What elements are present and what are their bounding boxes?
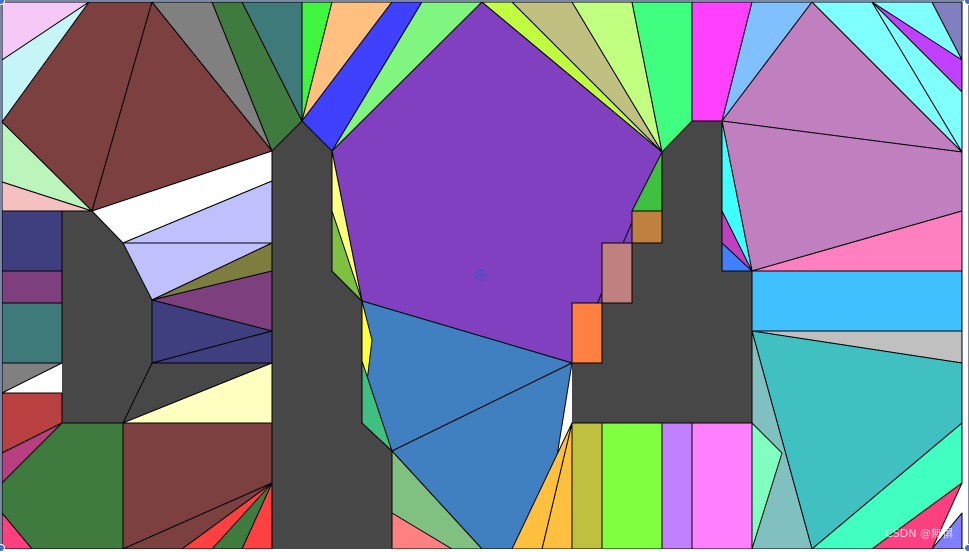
cursor-marker-center: [479, 273, 483, 277]
resize-handle-top-right[interactable]: [964, 0, 969, 5]
resize-handle-bottom-right[interactable]: [964, 544, 969, 552]
cell: [661, 422, 693, 549]
cell: [691, 422, 753, 549]
cell: [571, 302, 603, 364]
cell: [1, 302, 63, 364]
cell: [631, 210, 663, 244]
watermark-text: CSDN @無惧: [885, 527, 953, 540]
cell: [1, 270, 63, 304]
resize-handle-bottom-left[interactable]: [0, 544, 5, 552]
triangulation-canvas[interactable]: [0, 0, 969, 549]
cell: [751, 270, 963, 332]
cell: [601, 242, 633, 304]
cell: [571, 422, 603, 549]
cell: [1, 362, 63, 394]
cell: [601, 422, 663, 549]
cell: [1, 210, 63, 272]
